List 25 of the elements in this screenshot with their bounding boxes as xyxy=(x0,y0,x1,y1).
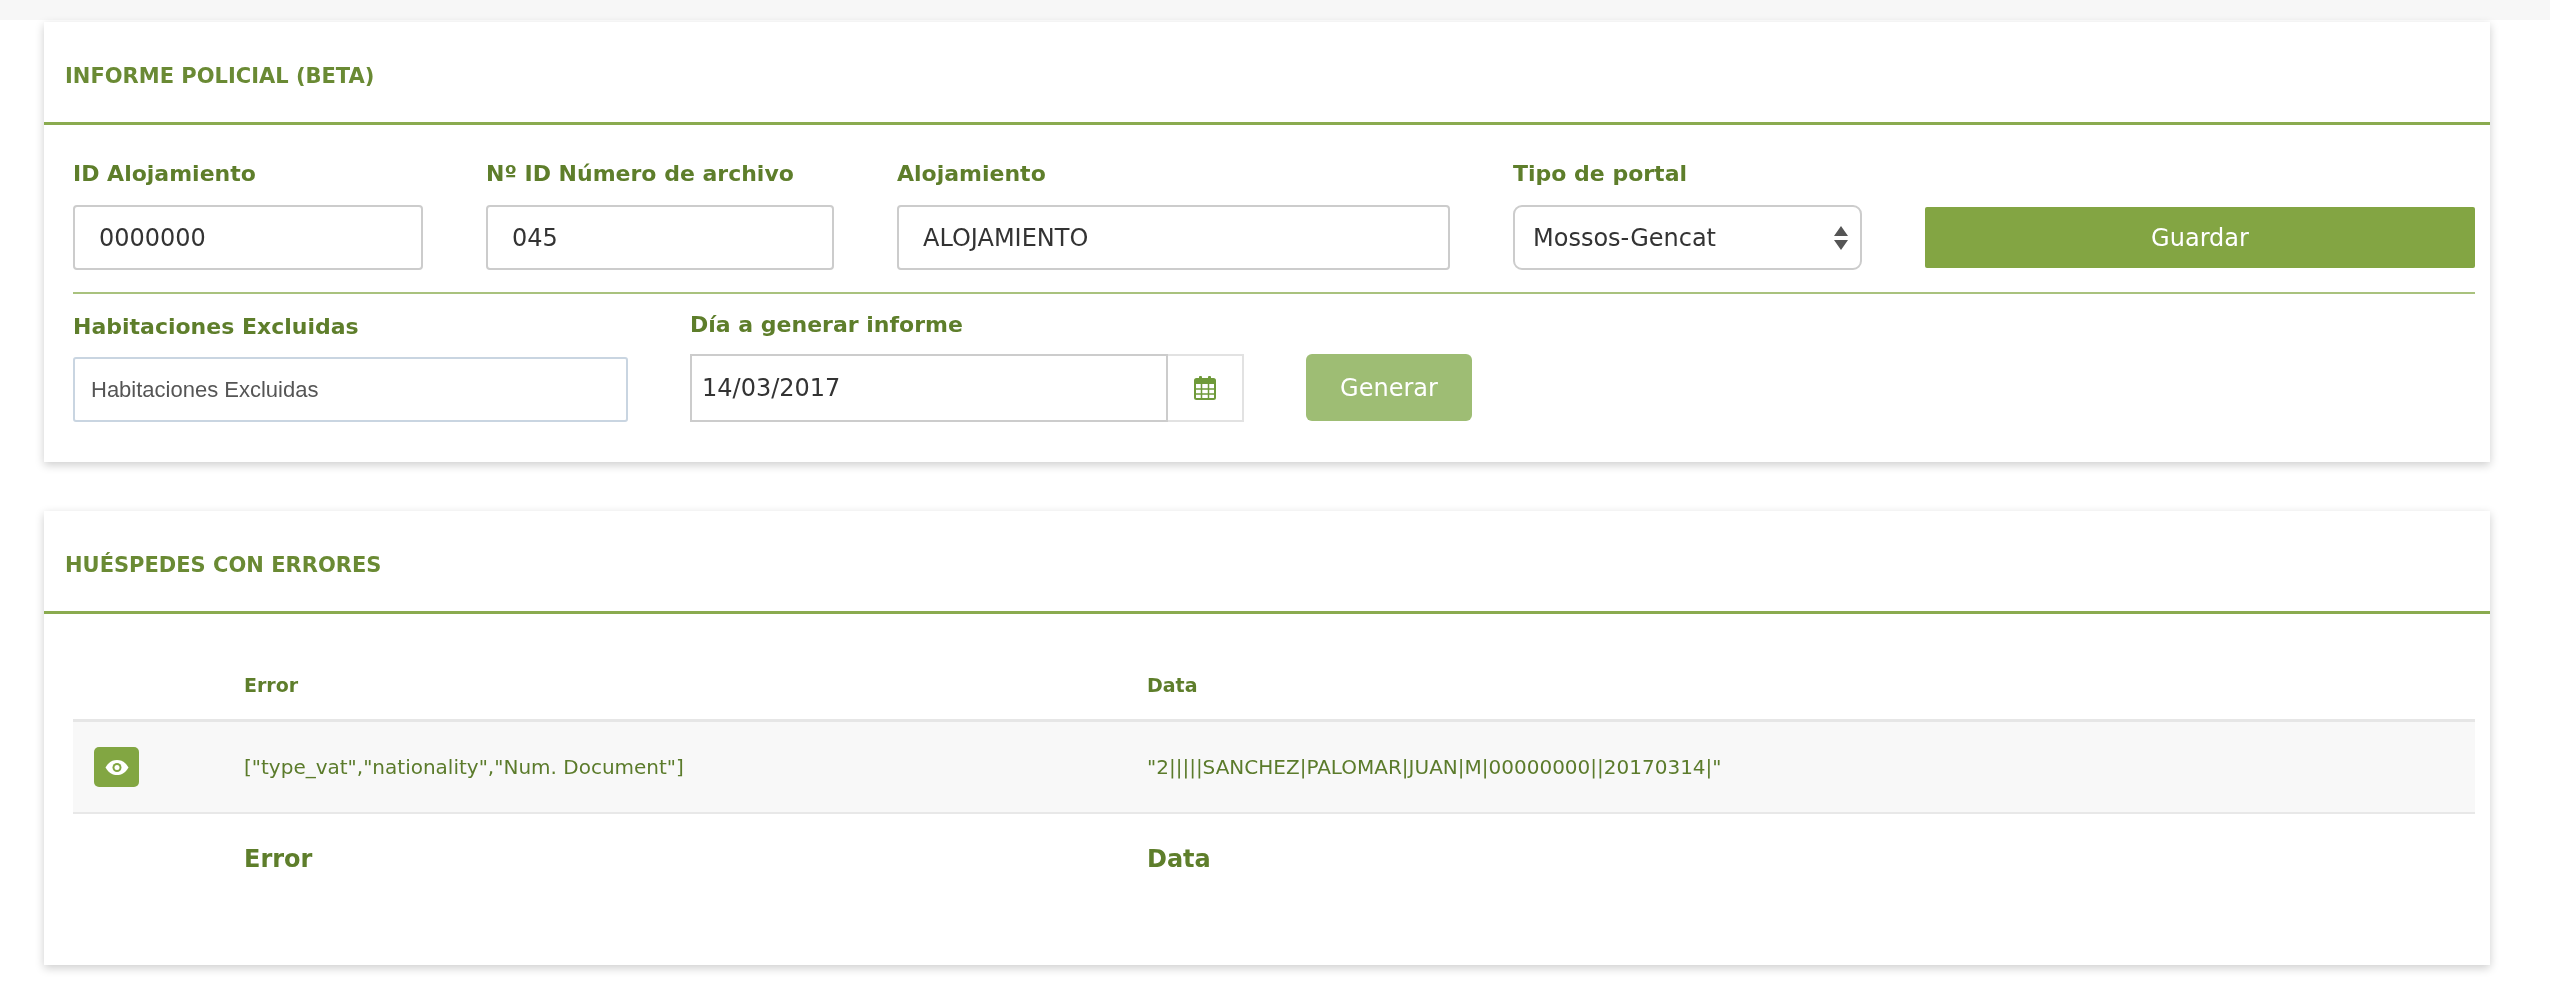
field-label: ID Alojamiento xyxy=(73,160,257,188)
field-label: Habitaciones Excluidas xyxy=(73,313,360,341)
input-field[interactable]: 045 xyxy=(486,205,834,270)
view-button[interactable] xyxy=(94,747,139,787)
table-cell-text: ["type_vat","nationality","Num. Document"] xyxy=(244,755,685,779)
column-footer: Data xyxy=(1147,845,2475,873)
panel-title: INFORME POLICIAL (BETA) xyxy=(65,64,375,88)
dropdown-select[interactable]: Mossos-Gencat xyxy=(1513,205,1862,270)
column-header: Error xyxy=(244,674,300,696)
table-cell-text: "2|||||SANCHEZ|PALOMAR|JUAN|M|00000000||20170314|" xyxy=(1147,755,1723,779)
field-label: Tipo de portal xyxy=(1513,160,1688,188)
calendar-button[interactable] xyxy=(1168,354,1244,422)
calendar-icon xyxy=(1194,376,1216,400)
date-field[interactable]: 14/03/2017 xyxy=(690,354,1168,422)
panel-title: HUÉSPEDES CON ERRORES xyxy=(65,553,382,577)
column-footer: Error xyxy=(244,845,1147,873)
field-label: Nº ID Número de archivo xyxy=(486,160,795,188)
input-field[interactable]: ALOJAMIENTO xyxy=(897,205,1450,270)
eye-icon xyxy=(104,759,129,775)
column-header: Data xyxy=(1147,674,1199,696)
input-field[interactable]: Habitaciones Excluidas xyxy=(73,357,628,422)
field-label: Día a generar informe xyxy=(690,311,964,339)
field-label: Alojamiento xyxy=(897,160,1047,188)
input-field[interactable]: 0000000 xyxy=(73,205,423,270)
up-down-arrows-icon xyxy=(1834,225,1848,250)
